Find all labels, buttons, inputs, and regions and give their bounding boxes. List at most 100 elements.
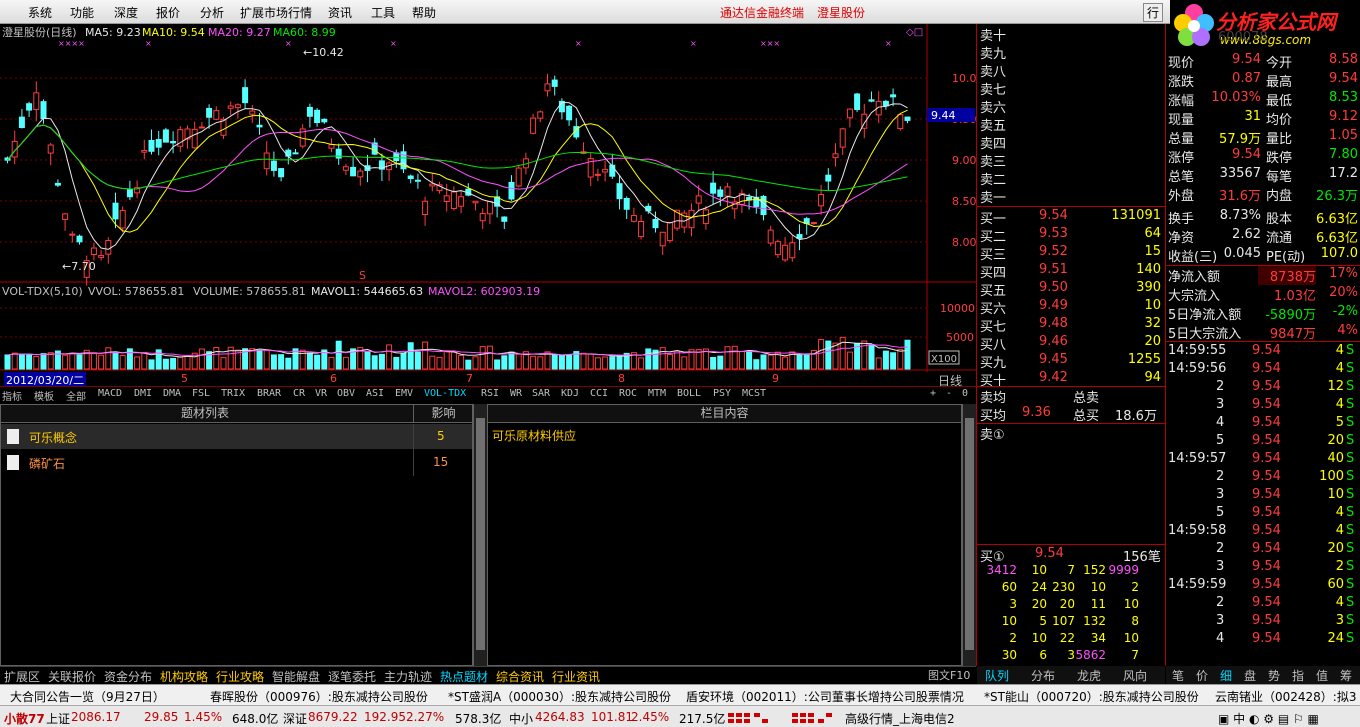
ticker-item[interactable]: *ST能山（000720）:股东减持公司股份 (984, 688, 1199, 705)
bottom-tab[interactable]: 行业资讯 (552, 668, 600, 685)
bottom-tab[interactable]: 主力轨迹 (384, 668, 432, 685)
volume-bar (436, 356, 443, 370)
zx-label[interactable]: 中小 (509, 710, 533, 727)
bottom-tab[interactable]: 关联报价 (48, 668, 96, 685)
topic-row[interactable]: 可乐概念 5 (1, 424, 472, 449)
candle-body (321, 118, 328, 123)
volume-bar (170, 357, 177, 370)
sell-level-label: 卖五 (980, 119, 1007, 134)
bottom-tab[interactable]: 综合资讯 (496, 668, 544, 685)
detail-tab[interactable]: 势 (1268, 667, 1280, 684)
indicator-tab[interactable]: MCST (742, 388, 766, 399)
indicator-tab[interactable]: VOL-TDX (424, 388, 466, 399)
indicator-tab[interactable]: KDJ (561, 388, 579, 399)
menu-system[interactable]: 系统 (28, 4, 52, 21)
volume-bar (580, 352, 587, 370)
order-tab[interactable]: 风向 (1123, 667, 1147, 684)
detail-tab[interactable]: 盘 (1244, 667, 1256, 684)
detail-tab[interactable]: 值 (1316, 667, 1328, 684)
indicator-tab[interactable]: CR (293, 388, 305, 399)
indicator-tab[interactable]: BRAR (257, 388, 281, 399)
quote-value: 8.53 (1329, 90, 1358, 105)
month-tick: 9 (772, 372, 779, 385)
menu-quote[interactable]: 报价 (156, 4, 180, 21)
ticker-item[interactable]: 云南锗业（002428）:拟3 (1215, 688, 1357, 705)
indicator-tab[interactable]: 模板 (34, 388, 54, 403)
topic-list-scrollbar[interactable] (473, 404, 487, 666)
indicator-tab[interactable]: MACD (98, 388, 122, 399)
bottom-tab[interactable]: 扩展区 (4, 668, 40, 685)
order-tab[interactable]: 龙虎 (1077, 667, 1101, 684)
bottom-tab[interactable]: 热点题材 (440, 668, 488, 685)
indicator-tab[interactable]: PSY (713, 388, 731, 399)
bottom-tab[interactable]: 资金分布 (104, 668, 152, 685)
indicator-tab[interactable]: VR (315, 388, 327, 399)
queue-cell: 5862 (1075, 648, 1106, 662)
order-tab[interactable]: 分布 (1031, 667, 1055, 684)
tick-price: 9.54 (1252, 541, 1281, 556)
indicator-tab[interactable]: SAR (532, 388, 550, 399)
indicator-tab[interactable]: OBV (337, 388, 355, 399)
detail-tab[interactable]: 指 (1292, 667, 1304, 684)
ticker-item[interactable]: 盾安环境（002011）:公司董事长增持公司股票情况 (686, 688, 964, 705)
candle-body (314, 109, 321, 124)
svg-text:××××: ×××× (58, 39, 85, 48)
bottom-tab[interactable]: 逐笔委托 (328, 668, 376, 685)
topic-row[interactable]: 磷矿石 15 (1, 450, 472, 475)
volume-bar (666, 354, 673, 370)
bottom-tab[interactable]: 行业攻略 (216, 668, 264, 685)
indicator-tab[interactable]: TRIX (221, 388, 245, 399)
menu-depth[interactable]: 深度 (114, 4, 138, 21)
indicator-tab[interactable]: EMV (395, 388, 413, 399)
zoom-minus-button[interactable]: - (946, 388, 952, 399)
indicator-tab[interactable]: MTM (648, 388, 666, 399)
topic-column-header[interactable]: 题材列表 (181, 405, 229, 422)
ticker-item[interactable]: 春晖股份（000976）:股东减持公司股份 (210, 688, 428, 705)
indicator-tab[interactable]: DMI (134, 388, 152, 399)
chart-settings-icon[interactable]: ◇□ (906, 27, 923, 38)
menu-news[interactable]: 资讯 (328, 4, 352, 21)
bottom-tab[interactable]: 机构攻略 (160, 668, 208, 685)
detail-tab[interactable]: 价 (1196, 667, 1208, 684)
candle-body (782, 244, 789, 261)
tray-icons[interactable]: ▣ 中 ◐ ⚙ ▤ ⚐ ▦ (1218, 710, 1319, 727)
menu-function[interactable]: 功能 (70, 4, 94, 21)
indicator-tab[interactable]: 全部 (66, 388, 86, 403)
f10-button[interactable]: 图文F10 (928, 667, 970, 683)
quote-value: 9.54 (1232, 147, 1261, 162)
indicator-tab[interactable]: 指标 (2, 388, 22, 403)
volume-bar (537, 356, 544, 370)
zoom-zero-button[interactable]: 0 (962, 388, 968, 399)
tick-price: 9.54 (1252, 469, 1281, 484)
quote-value: 7.80 (1329, 147, 1358, 162)
detail-tab[interactable]: 细 (1220, 667, 1232, 684)
indicator-tab[interactable]: RSI (481, 388, 499, 399)
volume-bar (393, 356, 400, 370)
ticker-item[interactable]: 大合同公告一览（9月27日） (10, 688, 165, 705)
impact-column-header[interactable]: 影响 (413, 405, 473, 422)
indicator-tab[interactable]: ASI (366, 388, 384, 399)
indicator-tab[interactable]: BOLL (677, 388, 701, 399)
indicator-tab[interactable]: CCI (590, 388, 608, 399)
server-name[interactable]: 高级行情_上海电信2 (845, 710, 955, 727)
indicator-tab[interactable]: ROC (619, 388, 637, 399)
indicator-tab[interactable]: WR (510, 388, 522, 399)
kline-chart[interactable]: ×××× × × × ××× × × × ◇□ 澄星股份(日线) MA5: 9.23 MA… (0, 24, 976, 372)
detail-tab[interactable]: 筹 (1340, 667, 1352, 684)
indicator-tab[interactable]: DMA (163, 388, 181, 399)
tick-side: S (1346, 613, 1355, 628)
content-scrollbar[interactable] (962, 404, 976, 666)
sz-label[interactable]: 深证 (283, 710, 307, 727)
bottom-tab[interactable]: 智能解盘 (272, 668, 320, 685)
sh-label[interactable]: 上证 (46, 710, 70, 727)
menu-help[interactable]: 帮助 (412, 4, 436, 21)
menu-tools[interactable]: 工具 (371, 4, 395, 21)
quote-button[interactable]: 行 (1143, 3, 1164, 22)
menu-extended-market[interactable]: 扩展市场行情 (240, 4, 312, 21)
order-tab[interactable]: 队列 (985, 667, 1009, 684)
zoom-plus-button[interactable]: + (930, 388, 936, 399)
indicator-tab[interactable]: FSL (192, 388, 210, 399)
ticker-item[interactable]: *ST盛润A（000030）:股东减持公司股份 (448, 688, 671, 705)
detail-tab[interactable]: 笔 (1172, 667, 1184, 684)
menu-analysis[interactable]: 分析 (200, 4, 224, 21)
